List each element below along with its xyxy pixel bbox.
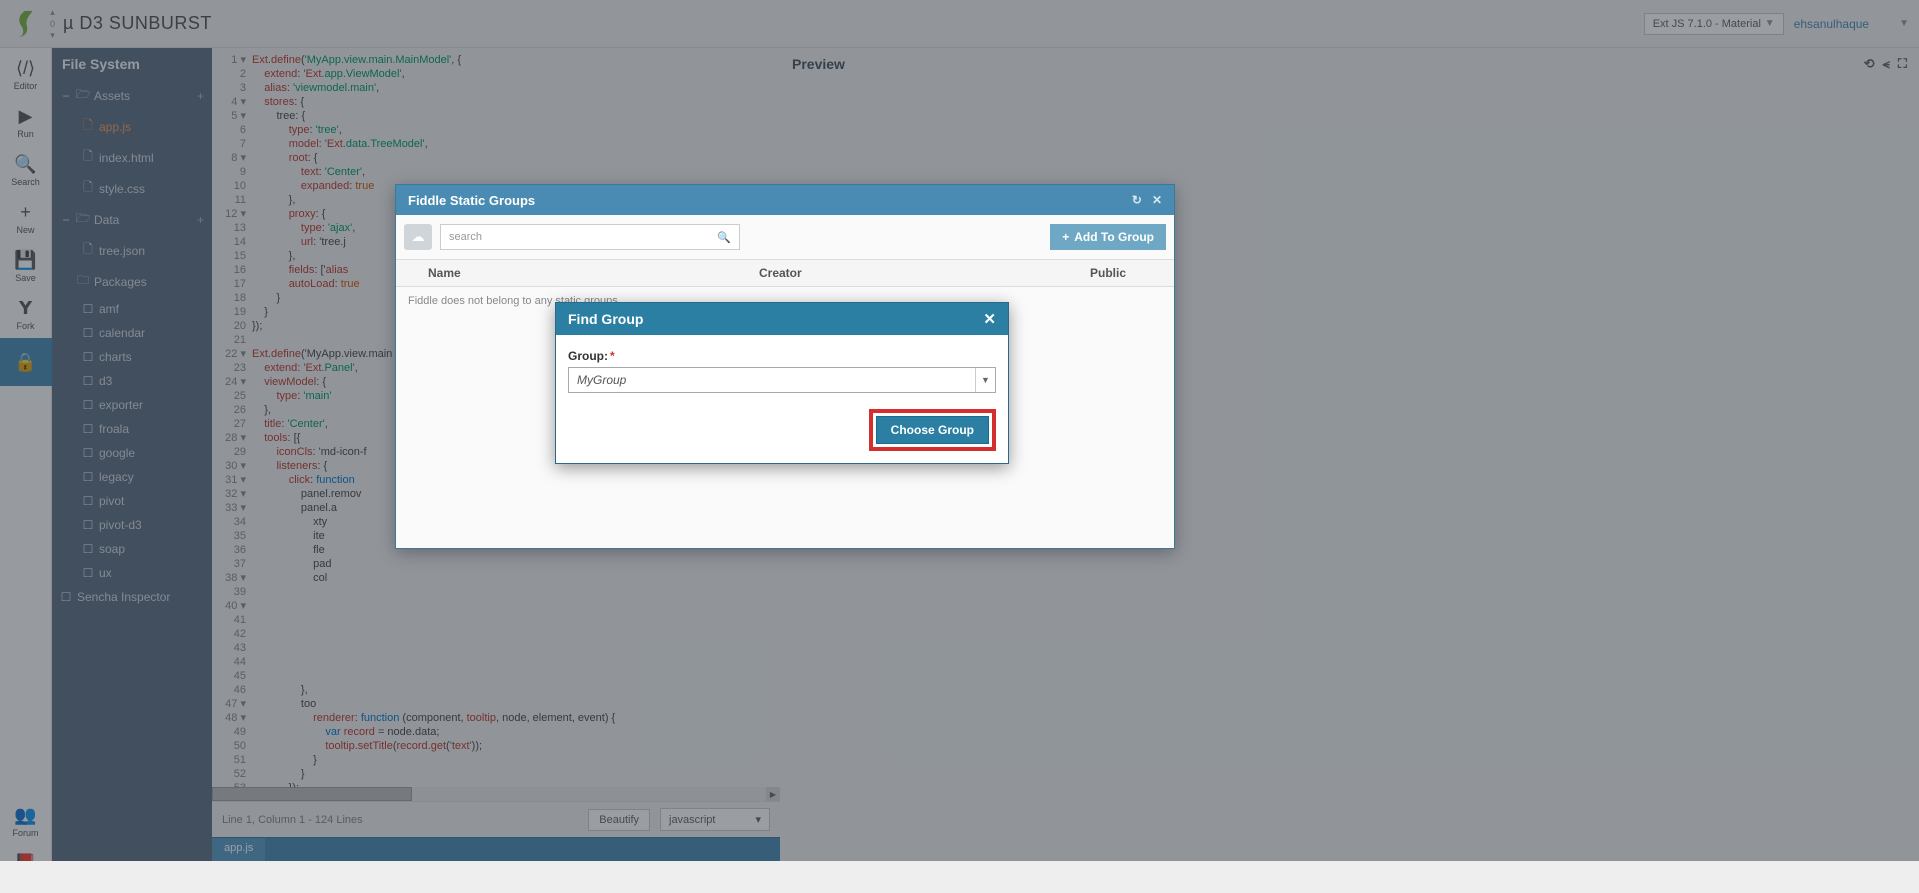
footer-bar <box>0 861 1919 893</box>
group-label-text: Group: <box>568 349 608 363</box>
required-asterisk: * <box>610 349 615 363</box>
find-group-footer: Choose Group <box>556 397 1008 463</box>
find-group-header: Find Group ✕ <box>556 303 1008 335</box>
group-search-input[interactable]: search 🔍 <box>440 224 740 250</box>
col-creator: Creator <box>735 266 1066 280</box>
cloud-icon[interactable]: ☁ <box>404 224 432 250</box>
refresh-icon[interactable]: ↻ <box>1132 193 1142 207</box>
close-icon[interactable]: ✕ <box>1152 193 1162 207</box>
group-input[interactable] <box>569 368 975 392</box>
close-icon[interactable]: ✕ <box>983 310 996 328</box>
find-group-title: Find Group <box>568 311 643 327</box>
groups-table-header: Name Creator Public <box>396 259 1174 287</box>
plus-icon: + <box>1062 230 1069 244</box>
col-name: Name <box>404 266 735 280</box>
group-combobox[interactable]: ▼ <box>568 367 996 393</box>
chevron-down-icon[interactable]: ▼ <box>975 368 995 392</box>
static-groups-header: Fiddle Static Groups ↻ ✕ <box>396 185 1174 215</box>
static-groups-title: Fiddle Static Groups <box>408 193 535 208</box>
search-placeholder: search <box>449 231 482 243</box>
add-to-group-label: Add To Group <box>1074 230 1154 244</box>
static-groups-toolbar: ☁ search 🔍 + Add To Group <box>396 215 1174 259</box>
add-to-group-button[interactable]: + Add To Group <box>1050 224 1166 250</box>
group-field-label: Group: * <box>568 349 996 363</box>
choose-group-button[interactable]: Choose Group <box>876 416 989 444</box>
choose-group-highlight: Choose Group <box>869 409 996 451</box>
col-public: Public <box>1066 266 1166 280</box>
find-group-modal: Find Group ✕ Group: * ▼ Choose Group <box>555 302 1009 464</box>
find-group-body: Group: * ▼ <box>556 335 1008 397</box>
search-icon[interactable]: 🔍 <box>717 231 731 244</box>
